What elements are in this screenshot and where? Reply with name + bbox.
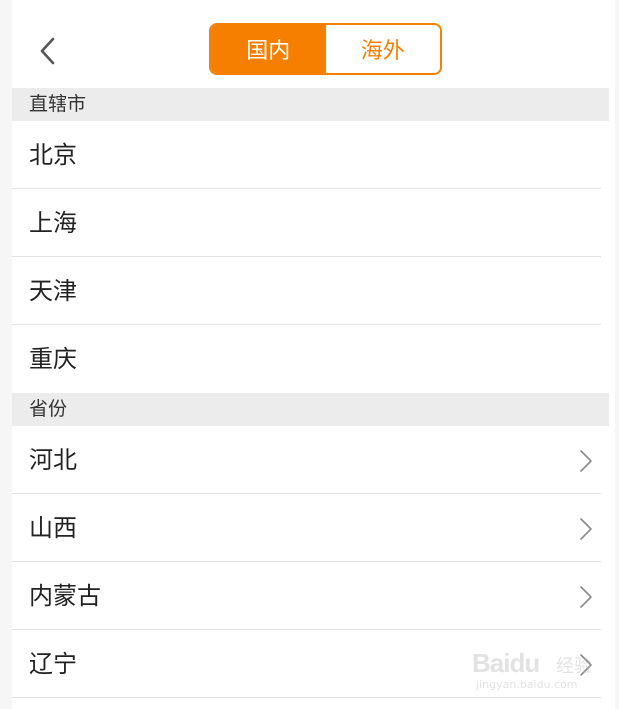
tab-overseas[interactable]: 海外 <box>325 25 440 73</box>
back-button[interactable] <box>34 34 64 68</box>
chevron-right-icon <box>580 586 592 608</box>
region-segmented-control: 国内 海外 <box>209 23 442 75</box>
chevron-right-icon <box>580 450 592 472</box>
list-item-tianjin[interactable]: 天津 <box>12 257 615 325</box>
chevron-left-icon <box>40 37 55 65</box>
section-header-provinces: 省份 <box>12 393 609 426</box>
list-item-label: 山西 <box>29 514 77 542</box>
list-item-label: 天津 <box>29 277 77 305</box>
list-item-chongqing[interactable]: 重庆 <box>12 325 615 393</box>
watermark-url: jingyan.baidu.com <box>476 678 578 691</box>
list-item-beijing[interactable]: 北京 <box>12 121 615 189</box>
list-item-label: 北京 <box>29 141 77 169</box>
list-item-inner-mongolia[interactable]: 内蒙古 <box>12 562 615 630</box>
list-item-hebei[interactable]: 河北 <box>12 426 615 494</box>
watermark-suffix: 经验 <box>556 656 592 677</box>
divider <box>12 697 601 698</box>
list-item-shanghai[interactable]: 上海 <box>12 189 615 257</box>
list-item-shanxi[interactable]: 山西 <box>12 494 615 562</box>
city-picker-screen: 国内 海外 直辖市 北京 上海 天津 重庆 省份 河北 山西 内蒙古 辽宁 Ba… <box>0 0 619 709</box>
top-bar: 国内 海外 <box>12 0 615 88</box>
list-item-label: 河北 <box>29 446 77 474</box>
list-item-label: 内蒙古 <box>29 582 101 610</box>
list-item-label: 辽宁 <box>29 650 77 678</box>
list-item-label: 重庆 <box>29 345 77 373</box>
chevron-right-icon <box>580 518 592 540</box>
watermark-brand: Baidu <box>472 648 540 678</box>
tab-domestic[interactable]: 国内 <box>211 25 326 73</box>
baidu-jingyan-watermark: Baidu 经验 jingyan.baidu.com <box>472 646 598 694</box>
section-header-municipalities: 直辖市 <box>12 88 609 121</box>
list-item-label: 上海 <box>29 209 77 237</box>
